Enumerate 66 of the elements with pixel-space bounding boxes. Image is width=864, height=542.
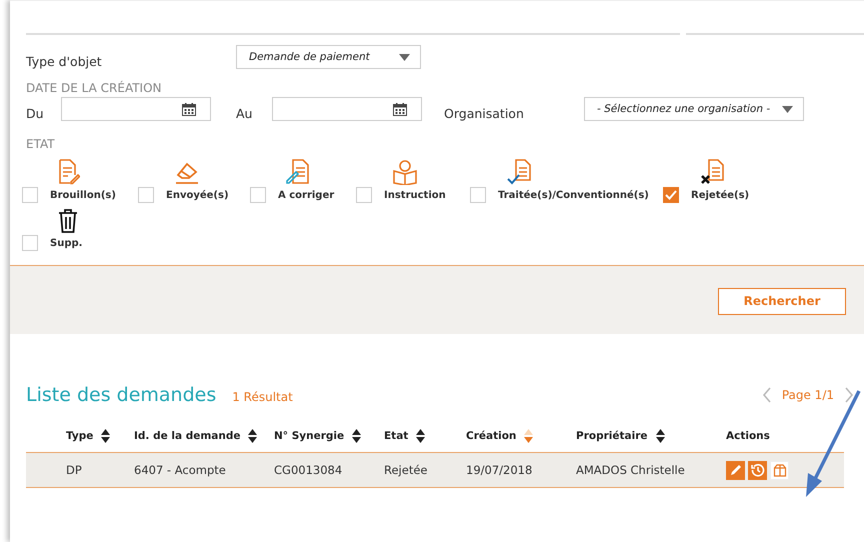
- column-header[interactable]: Etat: [384, 430, 408, 442]
- caret-icon: [782, 106, 793, 112]
- from-date-field[interactable]: [61, 97, 211, 121]
- chevron-right-icon[interactable]: [844, 387, 854, 403]
- column-header[interactable]: N° Synergie: [274, 430, 344, 442]
- column-header[interactable]: Création: [466, 430, 516, 442]
- sort-icon[interactable]: [248, 429, 258, 443]
- date-heading: DATE DE LA CRÉATION: [26, 81, 163, 95]
- document-pen-icon: [286, 159, 310, 185]
- package-button[interactable]: [770, 460, 789, 480]
- history-button[interactable]: [748, 460, 767, 480]
- table-cell-text: AMADOS Christelle: [576, 463, 686, 477]
- state-option-label: Traitée(s)/Conventionné(s): [498, 190, 649, 200]
- edit-button[interactable]: [726, 460, 745, 480]
- to-label: Au: [236, 104, 254, 120]
- state-option-label: Instruction: [384, 190, 446, 200]
- state-checkbox[interactable]: [250, 187, 266, 203]
- eraser-icon: [174, 161, 200, 185]
- list-title: Liste des demandes: [26, 384, 216, 406]
- table-cell-text: 19/07/2018: [466, 463, 534, 477]
- to-date-field[interactable]: [272, 97, 422, 121]
- state-checkbox[interactable]: [138, 187, 154, 203]
- object-type-dropdown[interactable]: Demande de paiement: [236, 45, 421, 69]
- sort-icon[interactable]: [101, 429, 110, 443]
- state-checkbox[interactable]: [663, 187, 679, 203]
- pencil-icon: [728, 463, 742, 477]
- calendar-icon: [393, 102, 407, 116]
- state-option-label: Envoyée(s): [166, 190, 229, 200]
- table-cell-text: CG0013084: [274, 463, 344, 477]
- table-cell-text: Rejetée: [384, 463, 428, 477]
- state-option-label: Brouillon(s): [50, 190, 116, 200]
- state-option-label: A corriger: [278, 190, 334, 200]
- state-checkbox[interactable]: [470, 187, 486, 203]
- object-type-label: Type d'objet: [26, 52, 103, 68]
- organisation-dropdown[interactable]: - Sélectionnez une organisation -: [584, 97, 804, 121]
- state-checkbox[interactable]: [22, 235, 38, 251]
- organisation-label: Organisation: [444, 104, 525, 120]
- package-icon: [772, 463, 786, 477]
- column-header[interactable]: Id. de la demande: [134, 430, 240, 442]
- state-heading: ETAT: [26, 137, 56, 151]
- state-option-label: Rejetée(s): [691, 190, 750, 200]
- table-cell-text: DP: [66, 463, 83, 477]
- document-check-icon: [506, 159, 532, 185]
- chevron-left-icon[interactable]: [762, 387, 772, 403]
- column-header[interactable]: Propriétaire: [576, 430, 648, 442]
- table-row[interactable]: DP 6407 - Acompte CG0013084 Rejetée 19/07/2018 AMADOS Christelle: [26, 452, 844, 488]
- state-option-label: Supp.: [50, 238, 82, 248]
- trash-icon: [58, 209, 78, 233]
- sort-icon[interactable]: [352, 429, 362, 443]
- history-icon: [750, 463, 764, 477]
- column-header[interactable]: Actions: [726, 430, 770, 442]
- result-count: 1 Résultat: [232, 390, 293, 404]
- sort-icon[interactable]: [656, 429, 665, 443]
- column-header[interactable]: Type: [66, 430, 94, 442]
- reader-book-icon: [392, 159, 418, 185]
- calendar-icon: [182, 102, 196, 116]
- check-icon: [665, 190, 677, 200]
- from-label: Du: [26, 104, 45, 120]
- state-checkbox[interactable]: [22, 187, 38, 203]
- sort-icon[interactable]: [416, 429, 426, 443]
- caret-icon: [399, 54, 410, 60]
- document-pencil-icon: [58, 159, 80, 185]
- document-cross-icon: [699, 159, 725, 185]
- state-checkbox[interactable]: [356, 187, 372, 203]
- table-cell-text: 6407 - Acompte: [134, 463, 227, 477]
- page-indicator: Page 1/1: [782, 388, 834, 402]
